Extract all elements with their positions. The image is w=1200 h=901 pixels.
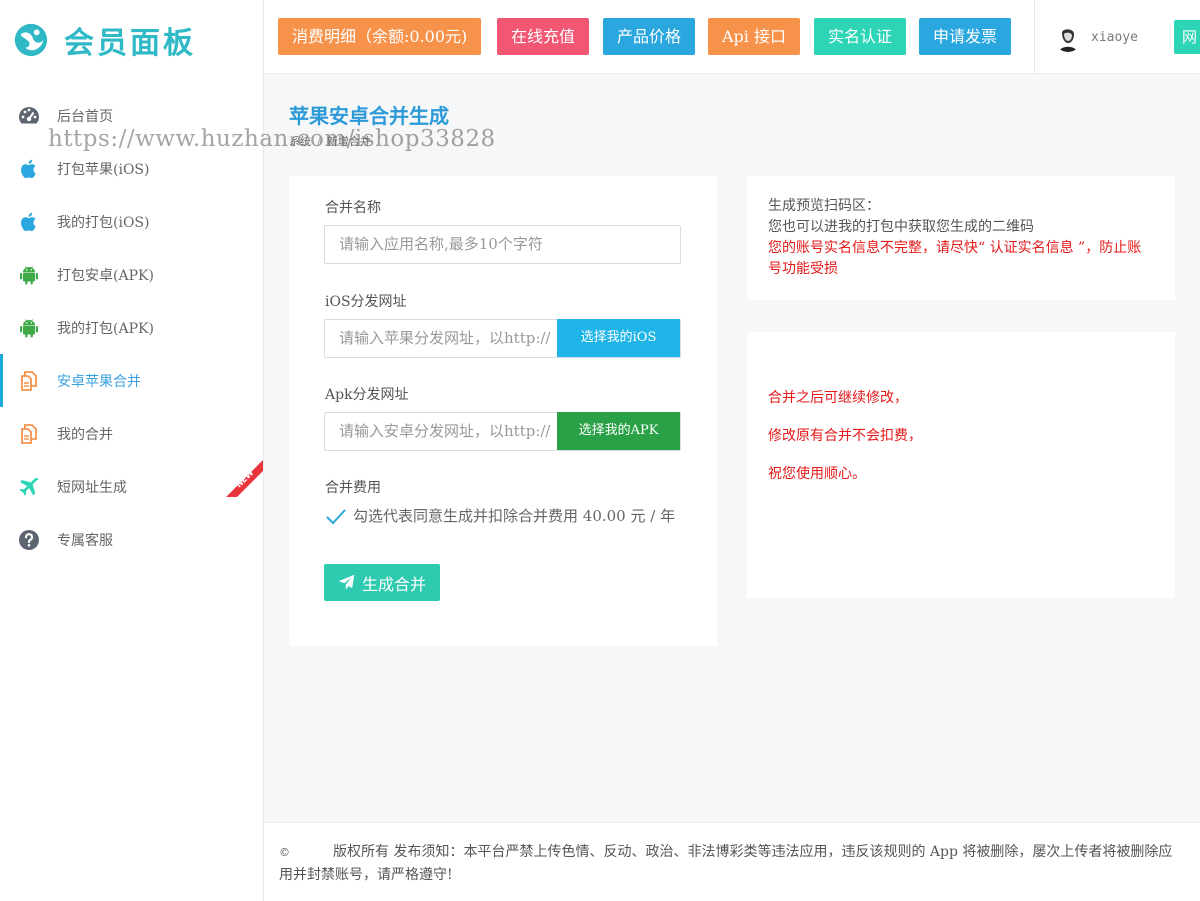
merge-copy-icon [17, 369, 41, 393]
ios-url-label: iOS分发网址 [325, 294, 407, 310]
sidebar-item-label: 我的合并 [57, 426, 113, 443]
choose-my-ios-button[interactable]: 选择我的iOS [557, 319, 680, 357]
tip-item: 祝您使用顺心。 [768, 466, 866, 482]
username[interactable]: xiaoye [1091, 30, 1138, 45]
sidebar: 会员面板 后台首页 打包苹果(iOS) 我的打包(iOS) 打包安卓(APK) [0, 0, 264, 901]
new-badge: NEW [226, 460, 263, 497]
merge-name-input[interactable]: 请输入应用名称,最多10个字符 [324, 225, 681, 264]
preview-title: 生成预览扫码区： [768, 198, 880, 214]
copyright-symbol: © [279, 846, 290, 859]
footer-notice: 版权所有 发布须知：本平台严禁上传色情、反动、政治、非法博彩类等违法应用，违反该… [279, 844, 1173, 883]
tip-item: 修改原有合并不会扣费， [768, 428, 922, 444]
sidebar-item-label: 短网址生成 [57, 479, 127, 496]
sidebar-item-pack-ios[interactable]: 打包苹果(iOS) [0, 142, 263, 195]
sidebar-item-my-merge[interactable]: 我的合并 [0, 407, 263, 460]
sidebar-item-support[interactable]: 专属客服 [0, 513, 263, 566]
help-circle-icon [17, 528, 41, 552]
sidebar-item-my-pack-apk[interactable]: 我的打包(APK) [0, 301, 263, 354]
preview-hint: 您也可以进我的打包中获取您生成的二维码 [768, 219, 1034, 235]
api-button[interactable]: Api 接口 [708, 18, 801, 55]
sidebar-nav: 后台首页 打包苹果(iOS) 我的打包(iOS) 打包安卓(APK) 我的打包(… [0, 89, 263, 566]
send-icon [338, 574, 355, 590]
tips-card: 合并之后可继续修改， 修改原有合并不会扣费， 祝您使用顺心。 [747, 332, 1175, 598]
sidebar-item-label: 我的打包(iOS) [57, 214, 150, 231]
generate-merge-label: 生成合并 [361, 574, 426, 594]
pricing-button[interactable]: 产品价格 [603, 18, 696, 55]
agree-checkbox-row[interactable]: 勾选代表同意生成并扣除合并费用 40.00 元 / 年 [325, 506, 685, 528]
dashboard-icon [17, 104, 41, 128]
apk-url-label: Apk分发网址 [325, 387, 409, 403]
sidebar-item-label: 我的打包(APK) [57, 320, 154, 337]
merge-fee-label: 合并费用 [325, 480, 381, 496]
breadcrumb: 系统 / 新增合并 [289, 133, 371, 149]
sidebar-item-pack-apk[interactable]: 打包安卓(APK) [0, 248, 263, 301]
check-icon[interactable] [325, 506, 347, 528]
merge-form-card: 合并名称 请输入应用名称,最多10个字符 iOS分发网址 请输入苹果分发网址，以… [289, 176, 717, 646]
sidebar-item-my-pack-ios[interactable]: 我的打包(iOS) [0, 195, 263, 248]
tip-item: 合并之后可继续修改， [768, 390, 908, 406]
sidebar-item-label: 打包苹果(iOS) [57, 161, 150, 178]
apple-icon [17, 210, 41, 234]
agree-text: 勾选代表同意生成并扣除合并费用 40.00 元 / 年 [353, 507, 676, 525]
qr-preview-card: 生成预览扫码区： 您也可以进我的打包中获取您生成的二维码 您的账号实名信息不完整… [747, 176, 1175, 300]
identity-warning[interactable]: 您的账号实名信息不完整，请尽快“ 认证实名信息 ”，防止账号功能受损 [768, 238, 1154, 280]
user-avatar-icon [1054, 24, 1082, 52]
header-divider [1034, 0, 1035, 74]
header-extra-button[interactable]: 网 [1174, 20, 1200, 54]
android-icon [17, 263, 41, 287]
recharge-button[interactable]: 在线充值 [497, 18, 590, 55]
page-title: 苹果安卓合并生成 [289, 104, 449, 128]
billing-button[interactable]: 消费明细（余额:0.00元) [278, 18, 482, 55]
merge-copy-icon [17, 422, 41, 446]
choose-my-apk-button[interactable]: 选择我的APK [557, 412, 680, 450]
invoice-button[interactable]: 申请发票 [919, 18, 1012, 55]
top-header: 消费明细（余额:0.00元) 在线充值 产品价格 Api 接口 实名认证 申请发… [264, 0, 1200, 74]
brand-logo[interactable]: 会员面板 [12, 18, 196, 62]
sidebar-item-home[interactable]: 后台首页 [0, 89, 263, 142]
plane-icon [17, 475, 41, 499]
apple-icon [17, 157, 41, 181]
sidebar-item-label: 专属客服 [57, 532, 113, 549]
brand-title: 会员面板 [64, 26, 196, 61]
sidebar-item-label: 后台首页 [57, 108, 113, 125]
generate-merge-button[interactable]: 生成合并 [324, 564, 440, 601]
sidebar-item-label: 安卓苹果合并 [57, 373, 141, 390]
sidebar-item-short-url[interactable]: 短网址生成 NEW [0, 460, 263, 513]
breadcrumb-item: 新增合并 [326, 135, 371, 148]
merge-name-label: 合并名称 [325, 200, 381, 216]
breadcrumb-item[interactable]: 系统 [289, 135, 311, 148]
breadcrumb-separator: / [317, 135, 321, 148]
avatar[interactable] [1054, 24, 1082, 52]
sidebar-item-merge[interactable]: 安卓苹果合并 [0, 354, 263, 407]
android-icon [17, 316, 41, 340]
sidebar-item-label: 打包安卓(APK) [57, 267, 154, 284]
verify-identity-button[interactable]: 实名认证 [814, 18, 907, 55]
footer: © 版权所有 发布须知：本平台严禁上传色情、反动、政治、非法博彩类等违法应用，违反… [264, 822, 1200, 901]
logo-mark-icon [14, 23, 48, 57]
